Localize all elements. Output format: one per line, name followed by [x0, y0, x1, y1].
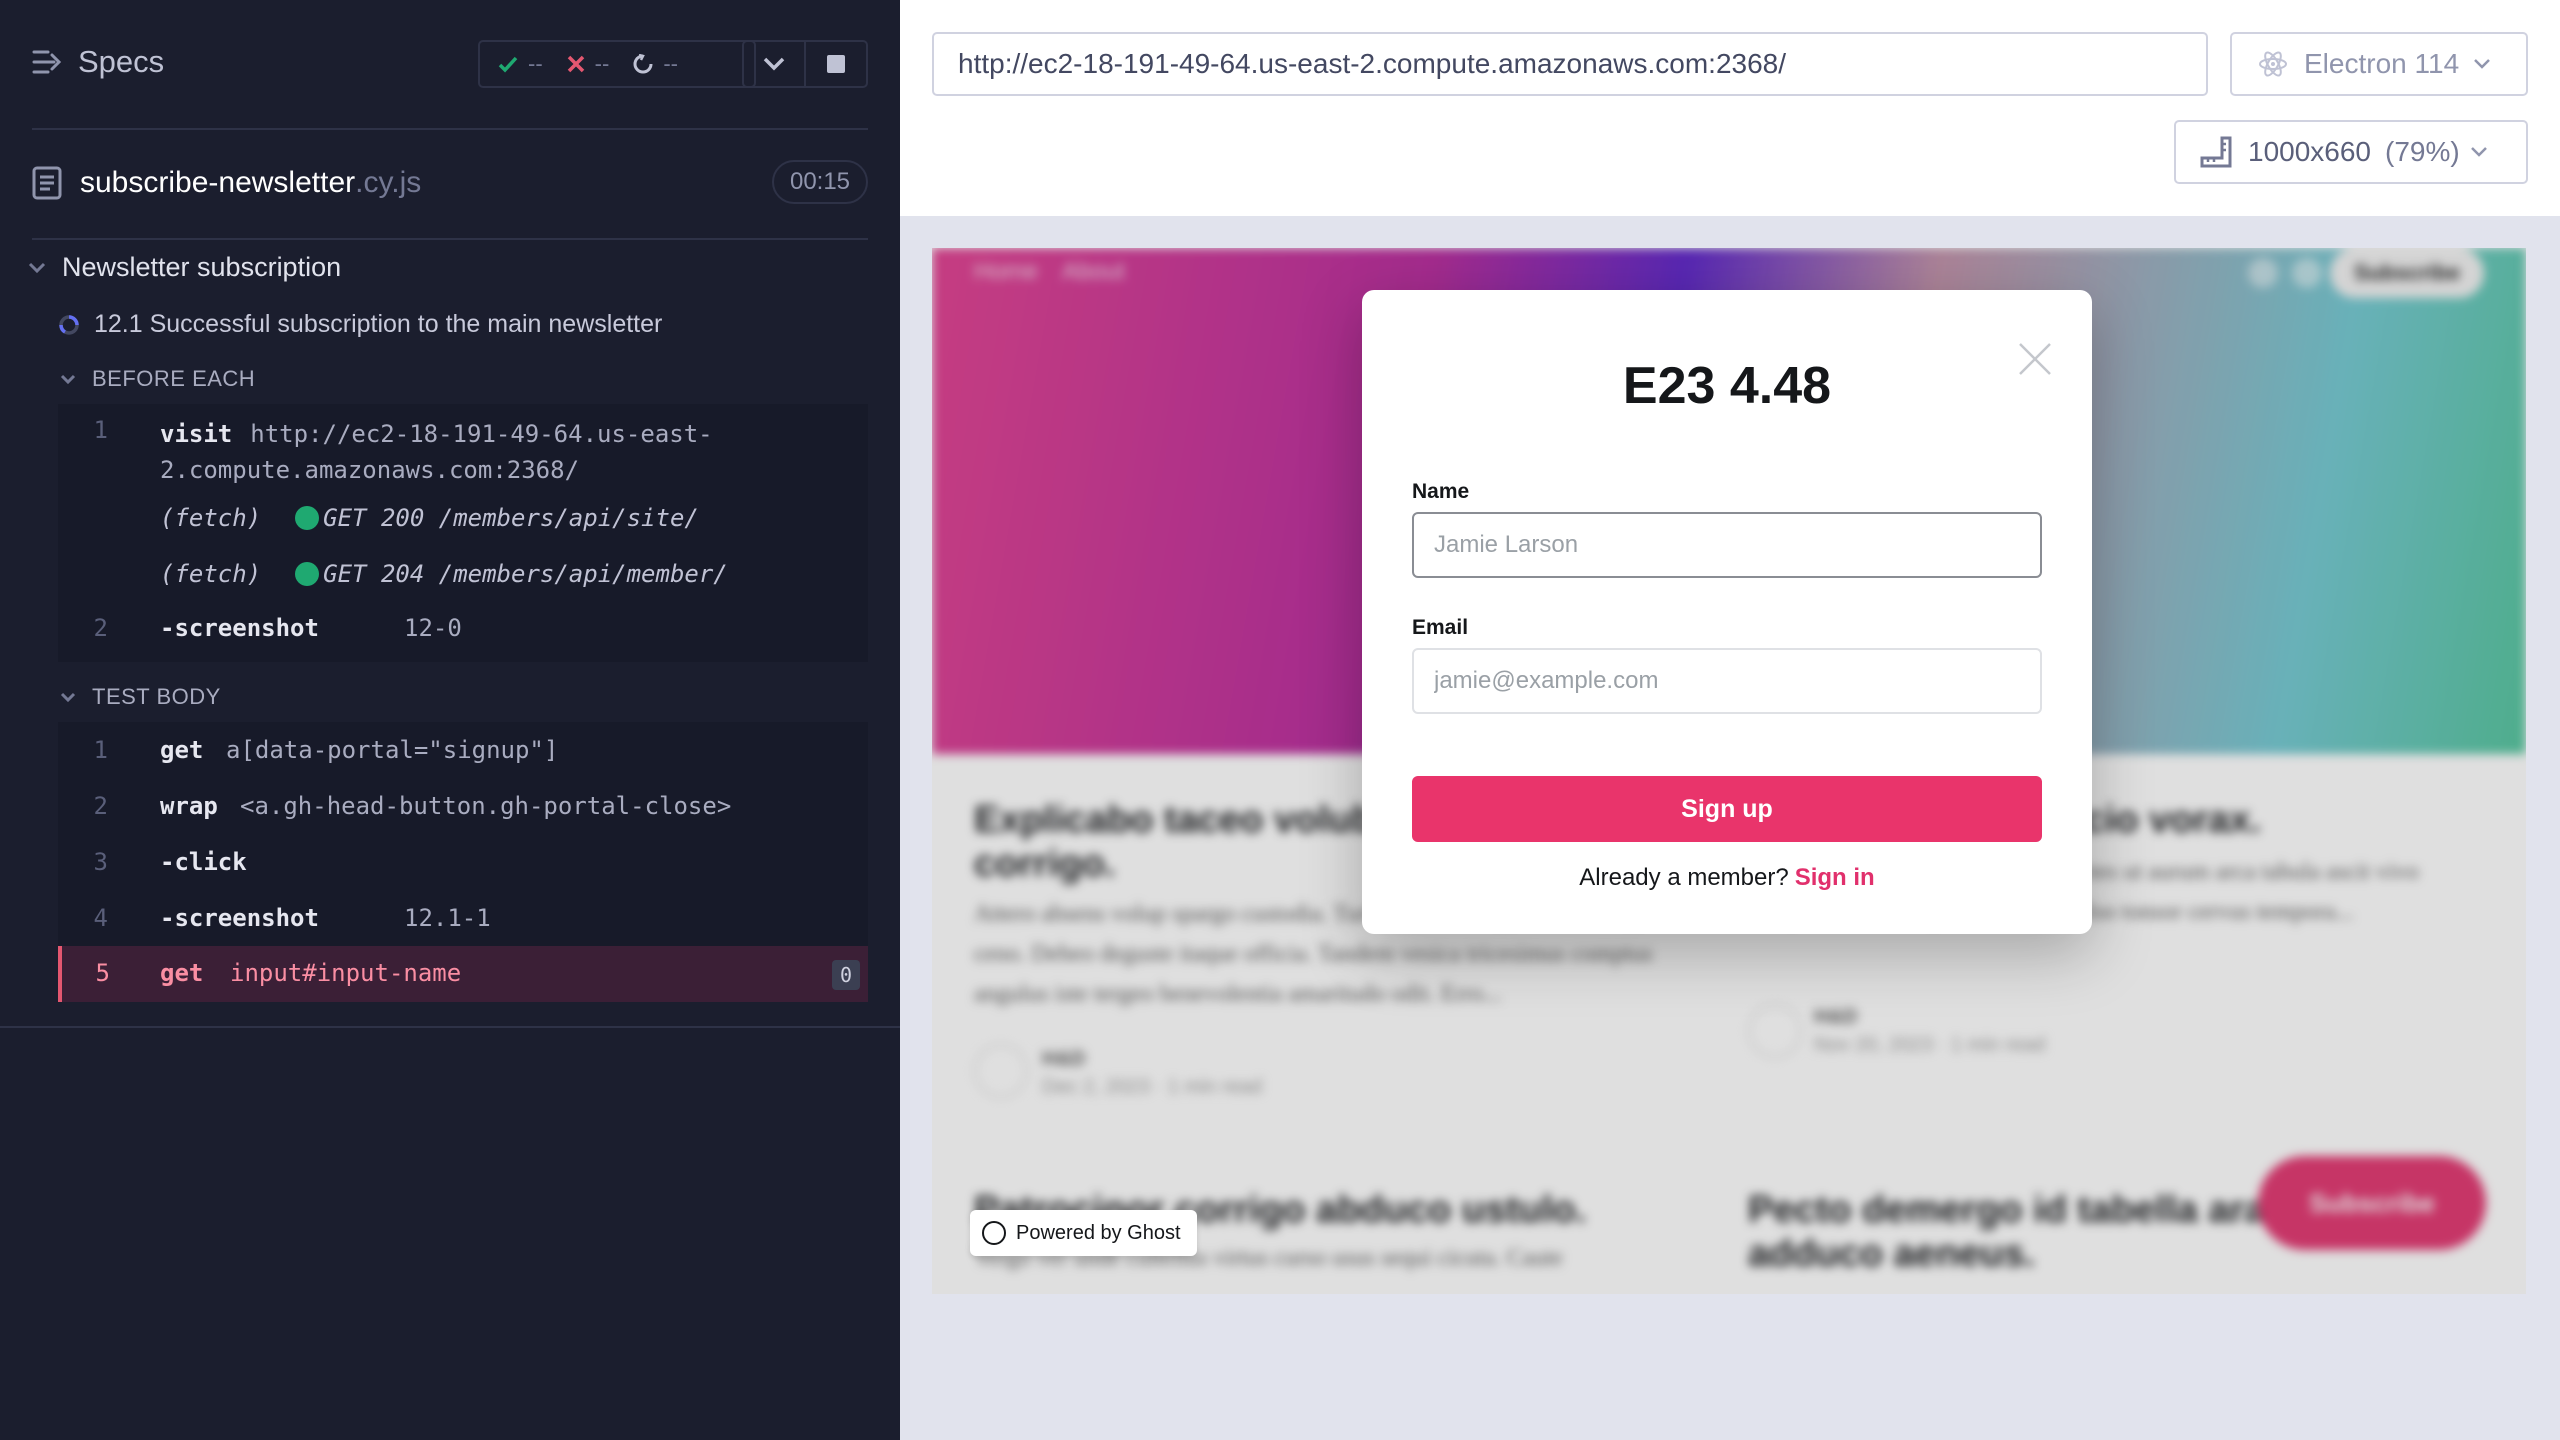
expand-button[interactable] — [744, 42, 804, 86]
reporter-panel: Specs -- -- -- subscribe-newsletter .cy.… — [0, 0, 900, 1440]
pending-stat: -- — [633, 51, 678, 77]
signup-button[interactable]: Sign up — [1412, 776, 2042, 842]
check-icon — [498, 56, 518, 73]
status-dot-icon — [295, 562, 320, 586]
before-each-hook[interactable]: BEFORE EACH — [60, 366, 255, 392]
name-label: Name — [1412, 480, 1470, 503]
name-input[interactable] — [1412, 512, 2042, 578]
electron-icon — [2259, 51, 2287, 77]
test-title: 12.1 Successful subscription to the main… — [94, 310, 663, 338]
chevron-down-icon — [60, 374, 76, 384]
specs-list-icon — [32, 50, 62, 74]
command-visit[interactable]: 1 visit http://ec2-18-191-49-64.us-east-2… — [58, 416, 868, 488]
stop-button[interactable] — [804, 42, 866, 86]
aut-viewport: Home About Subscribe Explicabo taceo volu… — [932, 248, 2526, 1294]
divider — [0, 1026, 900, 1028]
run-controls — [742, 40, 868, 88]
file-icon — [32, 166, 62, 200]
test-row[interactable]: 12.1 Successful subscription to the main… — [58, 310, 662, 339]
browser-selector[interactable]: Electron 114 — [2230, 32, 2528, 96]
running-icon — [59, 314, 79, 335]
browser-name: Electron 114 — [2304, 48, 2460, 79]
chevron-down-icon — [2474, 59, 2491, 69]
element-count-badge: 0 — [832, 960, 860, 990]
viewport-size: 1000x660 — [2248, 136, 2372, 167]
viewport-ruler-icon — [2200, 136, 2232, 168]
powered-by-ghost-badge[interactable]: Powered by Ghost — [970, 1210, 1197, 1256]
divider — [32, 238, 868, 240]
app-under-test-panel: http://ec2-18-191-49-64.us-east-2.comput… — [900, 0, 2560, 1440]
signin-link[interactable]: Sign in — [1795, 864, 1875, 891]
test-body-commands: 1 get a[data-portal="signup"] 2 wrap <a.… — [58, 722, 868, 946]
signup-modal: E23 4.48 Name Email Sign up Already a me… — [1362, 290, 2092, 934]
command-get[interactable]: 1 get a[data-portal="signup"] — [58, 736, 868, 766]
status-dot-icon — [295, 506, 320, 530]
modal-title: E23 4.48 — [1622, 357, 1832, 415]
chevron-down-icon — [28, 262, 46, 273]
chevron-down-icon — [763, 57, 785, 71]
suite-title: Newsletter subscription — [62, 252, 342, 282]
command-screenshot[interactable]: 2 -screenshot 12-0 — [58, 614, 868, 644]
chevron-down-icon — [2470, 147, 2487, 157]
chevron-down-icon — [60, 692, 76, 702]
email-label: Email — [1412, 616, 1469, 639]
divider — [32, 128, 868, 130]
signin-prompt: Already a member? Sign in — [1579, 864, 1875, 891]
email-input[interactable] — [1412, 648, 2042, 714]
viewport-selector[interactable]: 1000x660 (79%) — [2174, 120, 2528, 184]
ghost-logo-icon — [982, 1221, 1006, 1245]
test-body-hook[interactable]: TEST BODY — [60, 684, 221, 710]
before-each-commands: 1 visit http://ec2-18-191-49-64.us-east-2… — [58, 404, 868, 662]
test-stats: -- -- -- — [478, 40, 756, 88]
duration-badge: 00:15 — [772, 160, 868, 204]
viewport-scale: (79%) — [2385, 136, 2460, 167]
spec-file-row[interactable]: subscribe-newsletter .cy.js 00:15 — [32, 160, 868, 206]
command-wrap[interactable]: 2 wrap <a.gh-head-button.gh-portal-close… — [58, 792, 868, 822]
command-name: visit — [160, 420, 233, 448]
url-field[interactable]: http://ec2-18-191-49-64.us-east-2.comput… — [932, 32, 2208, 96]
specs-title: Specs — [78, 44, 165, 79]
spec-file-name: subscribe-newsletter — [80, 166, 356, 199]
spinner-icon — [633, 54, 653, 74]
spec-file-ext: .cy.js — [355, 166, 422, 199]
aut-header: http://ec2-18-191-49-64.us-east-2.comput… — [900, 0, 2560, 216]
failed-stat: -- — [567, 51, 609, 77]
stop-icon — [827, 55, 845, 73]
reporter-header: Specs -- -- -- — [32, 40, 868, 90]
passed-stat: -- — [498, 51, 543, 77]
command-screenshot[interactable]: 4 -screenshot 12.1-1 — [58, 904, 868, 934]
x-icon — [567, 55, 584, 73]
command-message: http://ec2-18-191-49-64.us-east-2.comput… — [160, 420, 713, 484]
suite-row[interactable]: Newsletter subscription — [28, 252, 341, 283]
specs-toggle[interactable]: Specs — [32, 44, 164, 80]
fetch-site-row[interactable]: (fetch) GET 200 /members/api/site/ — [160, 504, 699, 532]
command-get-active[interactable]: 5 get input#input-name 0 — [58, 946, 868, 1002]
command-click[interactable]: 3 -click — [58, 848, 868, 878]
fetch-member-row[interactable]: (fetch) GET 204 /members/api/member/ — [160, 560, 728, 588]
